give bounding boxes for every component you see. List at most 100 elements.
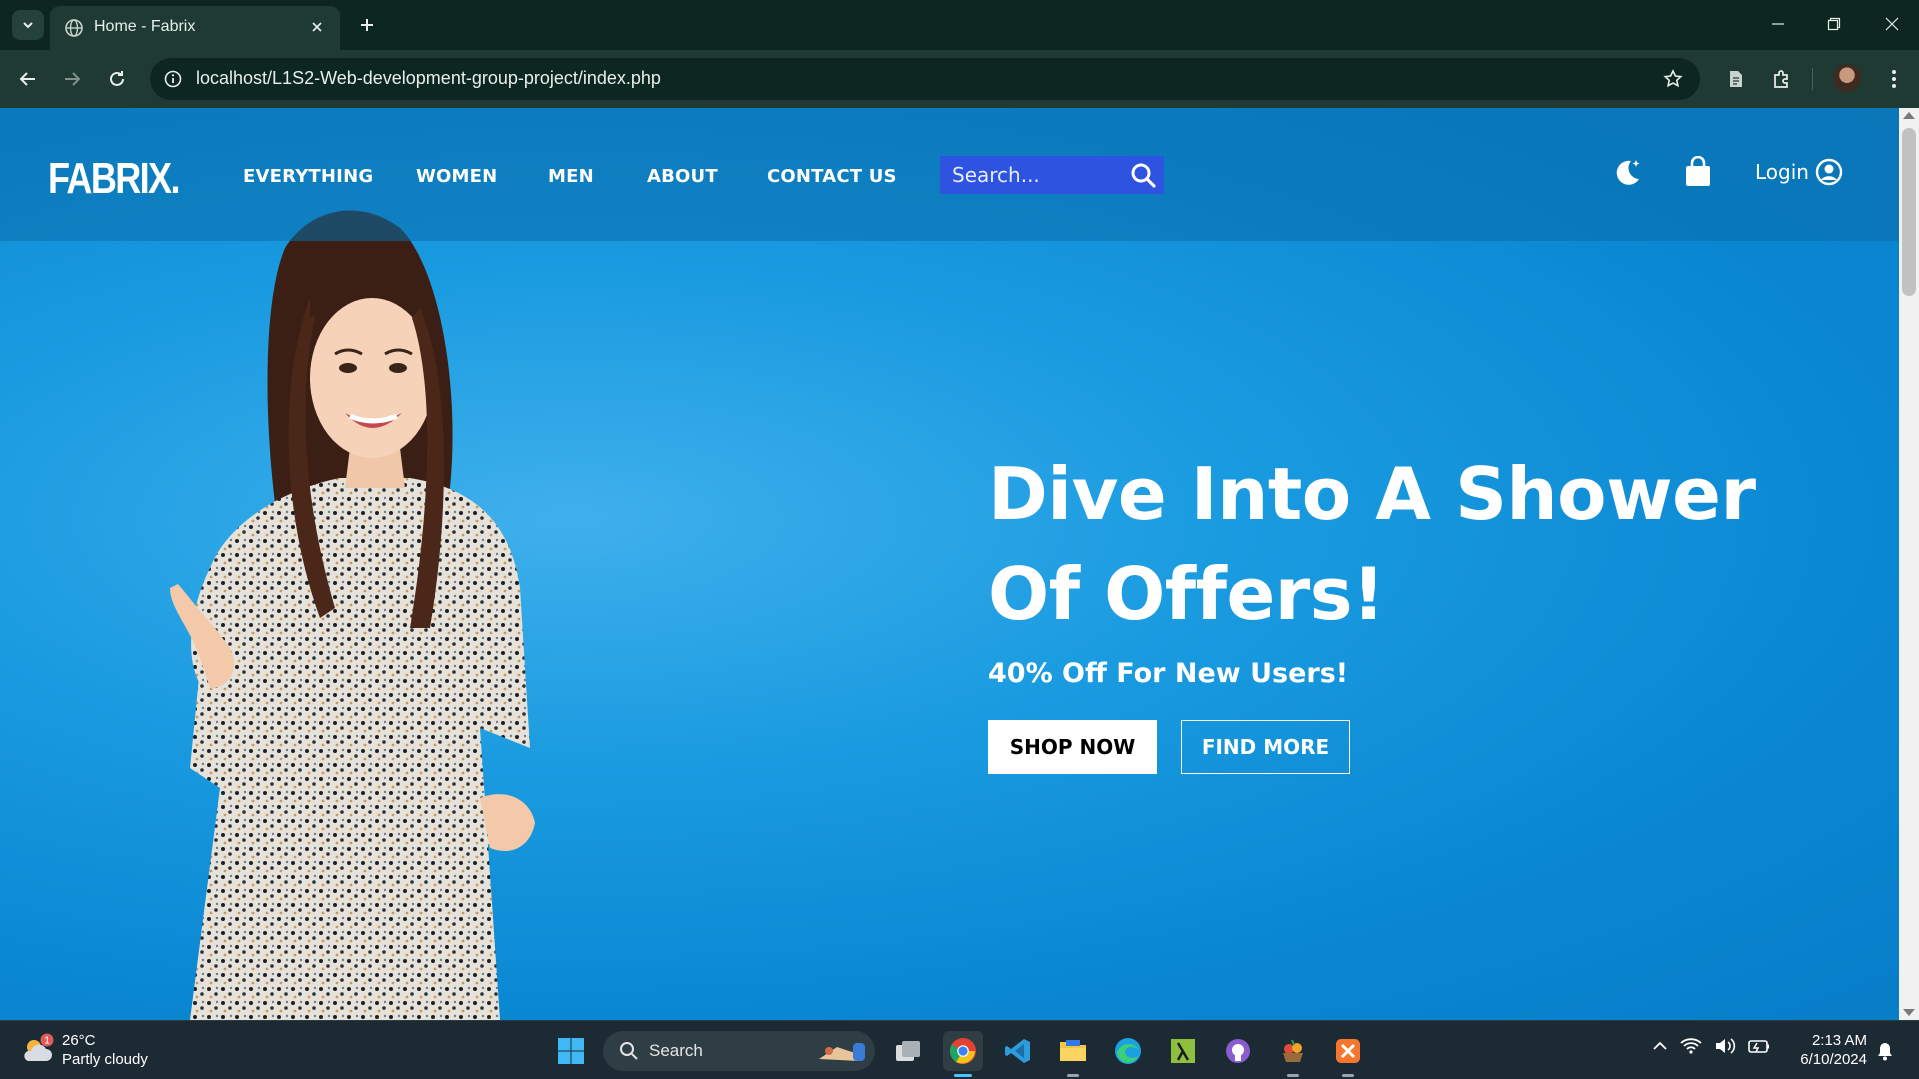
- restore-button[interactable]: [1814, 8, 1854, 40]
- hero-headline: Dive Into A Shower Of Offers!: [988, 452, 1756, 636]
- xampp-icon: [1336, 1039, 1360, 1063]
- shop-now-button[interactable]: SHOP NOW: [988, 720, 1157, 774]
- weather-text: 26°C Partly cloudy: [62, 1031, 148, 1069]
- weather-alert-badge: 1: [44, 1036, 50, 1047]
- taskbar-lambda-app[interactable]: [1163, 1031, 1203, 1071]
- battery-charging-icon[interactable]: [1748, 1037, 1770, 1055]
- scrollbar-thumb[interactable]: [1902, 128, 1916, 296]
- nav-about[interactable]: ABOUT: [647, 166, 718, 187]
- close-window-button[interactable]: [1872, 8, 1912, 40]
- taskbar-edge[interactable]: [1108, 1031, 1148, 1071]
- task-view-icon: [896, 1041, 920, 1061]
- notification-bell-icon[interactable]: [1876, 1041, 1894, 1061]
- tab-title: Home - Fabrix: [94, 18, 196, 35]
- login-label: Login: [1755, 160, 1809, 184]
- more-vertical-icon: [1892, 70, 1896, 88]
- fruit-basket-icon: [1283, 1039, 1303, 1062]
- nav-men[interactable]: MEN: [548, 166, 594, 187]
- folder-icon: [1060, 1040, 1086, 1061]
- document-icon: [1730, 71, 1742, 87]
- browser-tab-active[interactable]: Home - Fabrix: [50, 6, 340, 50]
- wifi-icon[interactable]: [1680, 1037, 1702, 1055]
- shopping-bag-icon[interactable]: [1683, 156, 1713, 188]
- taskbar-file-explorer[interactable]: [1053, 1031, 1093, 1077]
- hero-subheadline: 40% Off For New Users!: [988, 658, 1349, 689]
- weather-temp: 26°C: [62, 1032, 96, 1049]
- nav-women[interactable]: WOMEN: [416, 166, 497, 187]
- hero-model-image: [170, 210, 535, 1020]
- login-button[interactable]: Login: [1755, 158, 1843, 186]
- plus-icon: [361, 19, 373, 31]
- puzzle-icon: [1774, 70, 1788, 88]
- address-bar[interactable]: localhost/L1S2-Web-development-group-pro…: [150, 58, 1700, 100]
- running-indicator: [1287, 1074, 1299, 1077]
- page-scrollbar[interactable]: [1899, 108, 1919, 1020]
- running-indicator: [1342, 1074, 1354, 1077]
- taskbar-xampp[interactable]: [1328, 1031, 1368, 1077]
- site-search-input[interactable]: [940, 156, 1120, 194]
- partly-cloudy-icon: 1: [24, 1033, 54, 1061]
- running-indicator: [1067, 1074, 1079, 1077]
- weather-widget[interactable]: 1 26°C Partly cloudy: [20, 1031, 148, 1069]
- site-logo[interactable]: FABRIX.: [48, 154, 180, 204]
- scroll-down-arrow-icon[interactable]: [1903, 1009, 1915, 1016]
- tab-search-button[interactable]: [12, 10, 44, 40]
- taskbar-vscode[interactable]: [998, 1031, 1038, 1071]
- new-tab-button[interactable]: [352, 10, 382, 40]
- browser-menu-button[interactable]: [1878, 63, 1910, 95]
- search-icon[interactable]: [1130, 162, 1156, 188]
- browser-tabstrip: Home - Fabrix: [0, 0, 1919, 50]
- profile-avatar[interactable]: [1833, 64, 1861, 92]
- site-header: FABRIX. EVERYTHING WOMEN MEN ABOUT CONTA…: [0, 108, 1899, 241]
- running-indicator: [954, 1074, 972, 1077]
- nav-everything[interactable]: EVERYTHING: [243, 166, 373, 187]
- reading-list-button[interactable]: [1720, 63, 1752, 95]
- taskbar-fruit-app[interactable]: [1273, 1031, 1313, 1077]
- user-circle-icon: [1815, 158, 1843, 186]
- scroll-up-arrow-icon[interactable]: [1903, 112, 1915, 119]
- chrome-icon: [949, 1038, 976, 1064]
- task-view-button[interactable]: [888, 1031, 928, 1071]
- page-viewport: FABRIX. EVERYTHING WOMEN MEN ABOUT CONTA…: [0, 108, 1919, 1020]
- weather-desc: Partly cloudy: [62, 1051, 148, 1068]
- arrow-right-icon: [65, 72, 81, 86]
- browser-toolbar: localhost/L1S2-Web-development-group-pro…: [0, 50, 1919, 108]
- windows-taskbar: 1 26°C Partly cloudy Search 2:13 AM 6/10…: [0, 1020, 1919, 1079]
- windows-logo-icon: [558, 1038, 584, 1064]
- vscode-icon: [1005, 1039, 1030, 1063]
- nav-contact-us[interactable]: CONTACT US: [767, 166, 897, 187]
- forward-button[interactable]: [56, 63, 88, 95]
- site-search-box: [940, 156, 1164, 194]
- taskbar-search-label: Search: [649, 1041, 703, 1060]
- clock-date: 6/10/2024: [1800, 1051, 1867, 1068]
- github-icon: [1226, 1039, 1250, 1063]
- hero-section: FABRIX. EVERYTHING WOMEN MEN ABOUT CONTA…: [0, 108, 1899, 1020]
- extensions-button[interactable]: [1766, 63, 1798, 95]
- lambda-icon: [1171, 1039, 1195, 1063]
- reload-button[interactable]: [101, 63, 133, 95]
- volume-icon[interactable]: [1714, 1037, 1736, 1055]
- chevron-down-icon: [23, 22, 33, 29]
- site-info-icon[interactable]: [160, 66, 186, 92]
- taskbar-clock[interactable]: 2:13 AM 6/10/2024: [1795, 1031, 1867, 1069]
- close-tab-icon[interactable]: [304, 14, 330, 40]
- taskbar-chrome[interactable]: [943, 1031, 983, 1077]
- bookmark-star-icon[interactable]: [1660, 66, 1686, 92]
- minimize-button[interactable]: [1758, 8, 1798, 40]
- taskbar-github-desktop[interactable]: [1218, 1031, 1258, 1071]
- arrow-left-icon: [19, 72, 35, 86]
- chevron-up-icon[interactable]: [1652, 1040, 1668, 1052]
- url-text: localhost/L1S2-Web-development-group-pro…: [196, 68, 661, 88]
- restore-icon: [1827, 17, 1841, 31]
- globe-icon: [65, 19, 83, 37]
- search-highlight-icon: [819, 1043, 865, 1061]
- find-more-button[interactable]: FIND MORE: [1181, 720, 1350, 774]
- reload-icon: [110, 71, 124, 86]
- minimize-icon: [1772, 23, 1784, 25]
- taskbar-search[interactable]: Search: [603, 1031, 875, 1071]
- edge-icon: [1115, 1038, 1141, 1064]
- back-button[interactable]: [12, 63, 44, 95]
- dark-mode-moon-icon[interactable]: [1611, 156, 1643, 188]
- search-icon: [620, 1042, 638, 1060]
- start-button[interactable]: [551, 1031, 591, 1071]
